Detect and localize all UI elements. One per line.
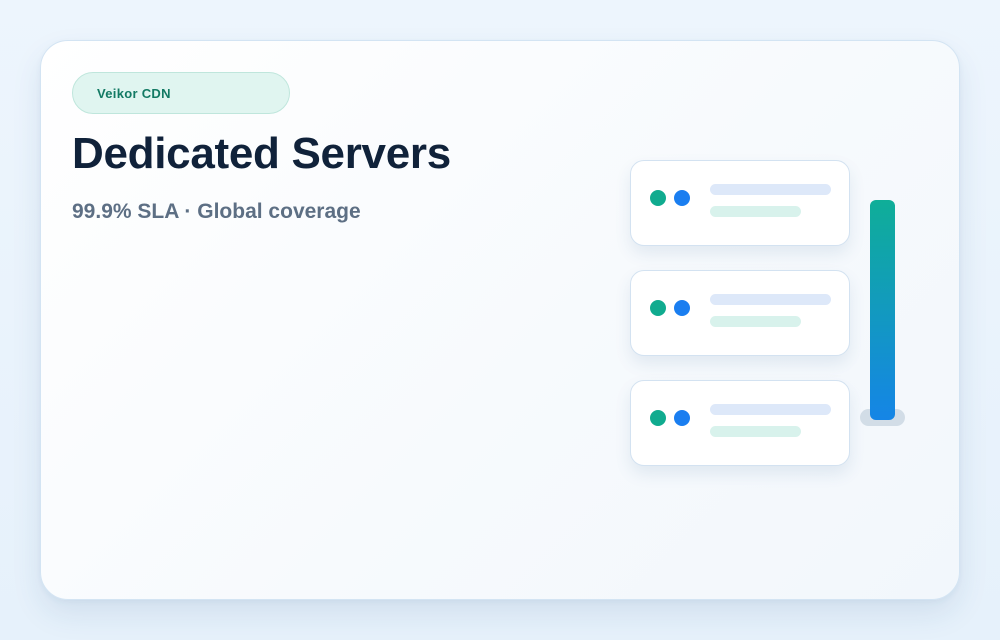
placeholder-line <box>710 206 801 217</box>
status-dot-blue-icon <box>674 190 690 206</box>
placeholder-line <box>710 294 831 305</box>
status-dot-blue-icon <box>674 410 690 426</box>
brand-badge: Veikor CDN <box>72 72 290 114</box>
page-title: Dedicated Servers <box>72 129 451 178</box>
status-dot-blue-icon <box>674 300 690 316</box>
vertical-bar-icon <box>870 200 895 420</box>
status-dot-green-icon <box>650 410 666 426</box>
hero-card: Veikor CDN Dedicated Servers 99.9% SLA ·… <box>40 40 960 600</box>
page-background: Veikor CDN Dedicated Servers 99.9% SLA ·… <box>0 0 1000 640</box>
page-subtitle: 99.9% SLA · Global coverage <box>72 200 361 223</box>
placeholder-line <box>710 426 801 437</box>
status-dot-green-icon <box>650 190 666 206</box>
status-dot-green-icon <box>650 300 666 316</box>
server-rack-unit <box>630 160 850 246</box>
placeholder-line <box>710 184 831 195</box>
placeholder-line <box>710 316 801 327</box>
server-rack-unit <box>630 380 850 466</box>
brand-badge-label: Veikor CDN <box>97 85 171 101</box>
server-rack-unit <box>630 270 850 356</box>
placeholder-line <box>710 404 831 415</box>
